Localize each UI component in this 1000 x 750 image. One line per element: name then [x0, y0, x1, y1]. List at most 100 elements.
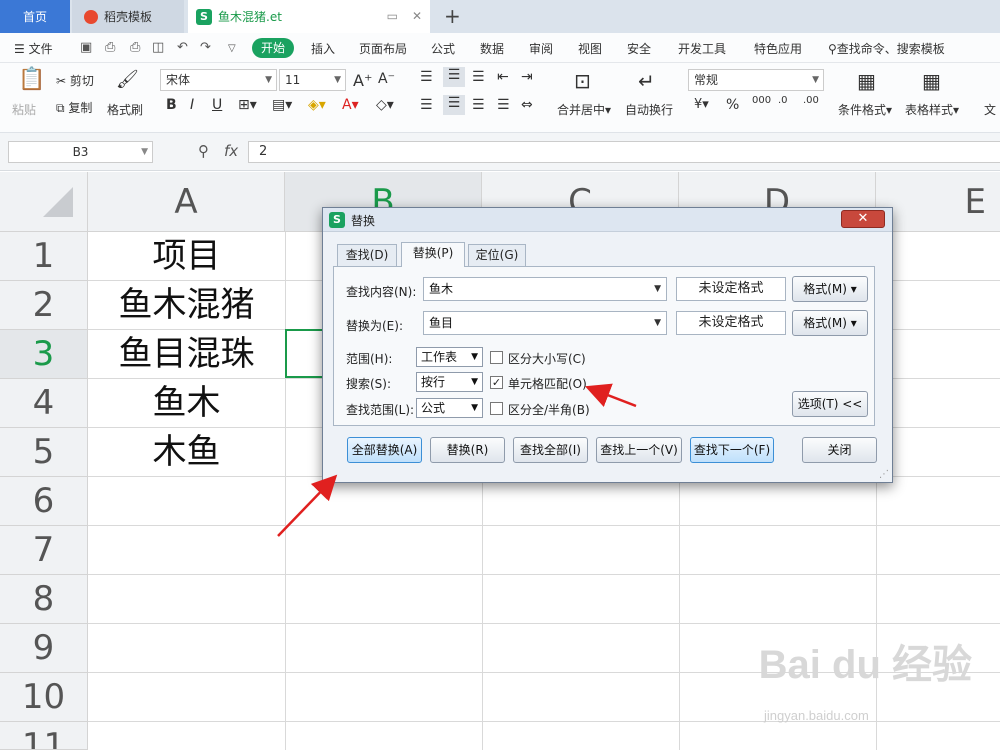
menu-special-apps[interactable]: 特色应用 — [754, 40, 802, 57]
justify-icon[interactable]: ☰ — [497, 97, 510, 113]
name-box[interactable]: B3 ▼ — [8, 141, 153, 163]
tab-goto[interactable]: 定位(G) — [468, 244, 526, 266]
paste-icon[interactable]: 📋 — [18, 67, 45, 92]
font-color-icon[interactable]: A▾ — [342, 97, 359, 113]
decrease-decimal-icon[interactable]: .00 — [803, 95, 819, 106]
font-size-select[interactable]: 11 ▼ — [279, 69, 346, 91]
options-button[interactable]: 选项(T) << — [792, 391, 868, 417]
align-center-icon[interactable]: ☰ — [443, 95, 465, 115]
bold-icon[interactable]: B — [166, 97, 177, 113]
fill-color-icon[interactable]: ◈▾ — [308, 97, 326, 113]
find-next-button[interactable]: 查找下一个(F) — [690, 437, 774, 463]
menu-developer[interactable]: 开发工具 — [678, 40, 726, 57]
conditional-format-button[interactable]: 条件格式▾ — [838, 101, 892, 118]
cell-a5[interactable]: 木鱼 — [88, 428, 285, 477]
percent-icon[interactable]: % — [726, 97, 739, 113]
column-header-e[interactable]: E — [876, 172, 1000, 232]
align-right-icon[interactable]: ☰ — [472, 97, 485, 113]
align-top-icon[interactable]: ☰ — [420, 69, 433, 85]
find-input[interactable]: 鱼木 ▼ — [423, 277, 667, 301]
match-case-checkbox[interactable] — [490, 351, 503, 364]
cell-a1[interactable]: 项目 — [88, 232, 285, 281]
replace-button[interactable]: 替换(R) — [430, 437, 505, 463]
command-search[interactable]: ⚲查找命令、搜索模板 — [828, 40, 945, 57]
cell-a3[interactable]: 鱼目混珠 — [88, 330, 285, 379]
undo-icon[interactable]: ↶ — [177, 40, 188, 55]
new-tab-icon[interactable]: + — [444, 4, 461, 28]
distributed-align-icon[interactable]: ⇔ — [521, 97, 533, 113]
font-grow-icon[interactable]: A⁺ — [353, 71, 372, 90]
clear-format-icon[interactable]: ◇▾ — [376, 97, 394, 113]
cell-a4[interactable]: 鱼木 — [88, 379, 285, 428]
resize-grip-icon[interactable]: ⋰ — [879, 469, 889, 480]
conditional-format-icon[interactable]: ▦ — [857, 69, 876, 93]
indent-decrease-icon[interactable]: ⇤ — [497, 69, 509, 85]
print-preview-icon[interactable]: ◫ — [152, 40, 164, 55]
replace-all-button[interactable]: 全部替换(A) — [347, 437, 422, 463]
match-width-checkbox[interactable] — [490, 402, 503, 415]
row-header-8[interactable]: 8 — [0, 575, 88, 624]
match-entire-cell-checkbox[interactable]: ✓ — [490, 376, 503, 389]
tab-close-icon[interactable]: ✕ — [412, 9, 422, 23]
find-previous-button[interactable]: 查找上一个(V) — [596, 437, 682, 463]
find-format-button[interactable]: 格式(M) ▾ — [792, 276, 868, 302]
row-header-11[interactable]: 11 — [0, 722, 88, 750]
row-header-2[interactable]: 2 — [0, 281, 88, 330]
align-left-icon[interactable]: ☰ — [420, 97, 433, 113]
merge-center-icon[interactable]: ⊡ — [574, 69, 591, 93]
find-all-button[interactable]: 查找全部(I) — [513, 437, 588, 463]
row-header-9[interactable]: 9 — [0, 624, 88, 673]
row-header-5[interactable]: 5 — [0, 428, 88, 477]
menu-security[interactable]: 安全 — [627, 40, 651, 57]
menu-insert[interactable]: 插入 — [311, 40, 335, 57]
dialog-close-icon[interactable]: ✕ — [841, 210, 885, 228]
wrap-text-button[interactable]: 自动换行 — [625, 101, 673, 118]
indent-increase-icon[interactable]: ⇥ — [521, 69, 533, 85]
print-icon[interactable]: ⎙ — [130, 40, 140, 55]
zoom-icon[interactable]: ⚲ — [198, 142, 209, 160]
menu-page-layout[interactable]: 页面布局 — [359, 40, 407, 57]
tab-replace[interactable]: 替换(P) — [401, 242, 465, 267]
number-format-select[interactable]: 常规 ▼ — [688, 69, 824, 91]
window-restore-icon[interactable]: ▭ — [387, 9, 398, 23]
select-all-corner[interactable] — [0, 172, 88, 232]
tab-home[interactable]: 首页 — [0, 0, 70, 33]
format-painter-button[interactable]: 格式刷 — [107, 101, 143, 118]
merge-center-button[interactable]: 合并居中▾ — [557, 101, 611, 118]
column-header-a[interactable]: A — [88, 172, 285, 232]
cell-a2[interactable]: 鱼木混猪 — [88, 281, 285, 330]
row-header-6[interactable]: 6 — [0, 477, 88, 526]
tab-find[interactable]: 查找(D) — [337, 244, 397, 266]
lookin-select[interactable]: 公式 ▼ — [416, 398, 483, 418]
cut-button[interactable]: ✂ 剪切 — [56, 72, 94, 89]
underline-icon[interactable]: U — [212, 97, 222, 113]
menu-formula[interactable]: 公式 — [431, 40, 455, 57]
replace-format-button[interactable]: 格式(M) ▾ — [792, 310, 868, 336]
redo-icon[interactable]: ↷ — [200, 40, 211, 55]
row-header-1[interactable]: 1 — [0, 232, 88, 281]
tab-daoke-template[interactable]: 稻壳模板 — [72, 0, 184, 33]
scope-select[interactable]: 工作表 ▼ — [416, 347, 483, 367]
paste-button[interactable]: 粘贴 — [12, 101, 36, 118]
export-pdf-icon[interactable]: ⎙ — [105, 40, 115, 55]
file-menu[interactable]: ☰ 文件 — [14, 40, 53, 57]
row-header-7[interactable]: 7 — [0, 526, 88, 575]
replace-input[interactable]: 鱼目 ▼ — [423, 311, 667, 335]
quick-access-dropdown-icon[interactable]: ▽ — [228, 43, 236, 54]
document-button[interactable]: 文 — [984, 101, 996, 118]
wrap-text-icon[interactable]: ↵ — [638, 69, 655, 93]
table-style-icon[interactable]: ▦ — [922, 69, 941, 93]
menu-review[interactable]: 审阅 — [529, 40, 553, 57]
thousands-separator-icon[interactable]: 000 — [752, 95, 771, 106]
save-icon[interactable]: ▣ — [80, 40, 92, 55]
border-icon[interactable]: ⊞▾ — [238, 97, 257, 113]
dialog-title-bar[interactable]: S 替换 ✕ — [323, 208, 892, 232]
row-header-3[interactable]: 3 — [0, 330, 88, 379]
menu-data[interactable]: 数据 — [480, 40, 504, 57]
menu-view[interactable]: 视图 — [578, 40, 602, 57]
tab-document[interactable]: S 鱼木混猪.et ▭ ✕ — [188, 0, 430, 33]
formula-input[interactable]: 2 — [248, 141, 1000, 163]
row-header-4[interactable]: 4 — [0, 379, 88, 428]
increase-decimal-icon[interactable]: .0 — [778, 95, 788, 106]
align-bottom-icon[interactable]: ☰ — [472, 69, 485, 85]
